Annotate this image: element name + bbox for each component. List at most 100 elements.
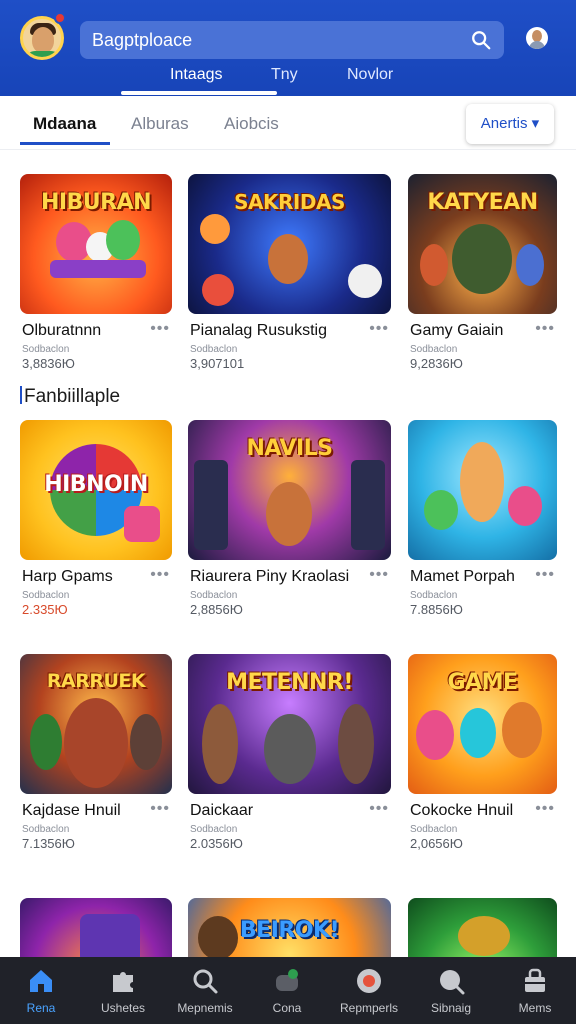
game-card[interactable]: HIBNOIN Harp Gpams ••• Sodbaclon 2.335Ю: [20, 420, 172, 617]
ball-shape: [200, 214, 230, 244]
game-count: 2,8856Ю: [190, 602, 243, 617]
game-thumbnail[interactable]: HIBNOIN: [20, 420, 172, 560]
search-icon: [193, 969, 218, 994]
character-shape: [460, 442, 504, 522]
character-shape: [458, 916, 510, 956]
home-icon: [30, 970, 52, 992]
game-subtitle: Sodbaclon: [190, 824, 238, 835]
game-count: 3,8836Ю: [22, 356, 75, 371]
game-thumbnail[interactable]: NAVILS: [188, 420, 391, 560]
nav-item-2[interactable]: Ushetes: [82, 957, 164, 1024]
app-screen: Bagptploace Intaags Tny Novlor Mdaana Al…: [0, 0, 576, 1024]
user-avatar[interactable]: [526, 27, 548, 49]
avatar-shirt: [25, 51, 61, 57]
game-thumbnail[interactable]: KATYEAN: [408, 174, 557, 314]
notification-badge: [54, 12, 66, 24]
character-shape: [338, 704, 374, 784]
game-thumbnail[interactable]: SAKRIDAS: [188, 174, 391, 314]
more-options-icon[interactable]: •••: [150, 800, 170, 818]
header-tab-1[interactable]: Intaags: [170, 66, 222, 84]
bottom-navigation: Rena Ushetes Mepnemis Cona Repmperls Sib…: [0, 957, 576, 1024]
game-count: 3,907101: [190, 356, 245, 371]
nav-item-5[interactable]: Repmperls: [328, 957, 410, 1024]
game-subtitle: Sodbaclon: [410, 824, 458, 835]
platform-shape: [50, 260, 146, 278]
game-logo-text: BEIROK!: [239, 918, 340, 943]
search-bar[interactable]: Bagptploace: [80, 21, 504, 59]
monster-shape: [452, 224, 512, 294]
sort-dropdown[interactable]: Anertis ▾: [466, 104, 554, 144]
game-thumbnail[interactable]: METENNR!: [188, 654, 391, 794]
more-options-icon[interactable]: •••: [150, 566, 170, 584]
game-title[interactable]: Pianalag Rusukstig: [190, 322, 366, 340]
game-title[interactable]: Olburatnnn: [22, 322, 146, 340]
game-card[interactable]: HIBURAN Olburatnnn ••• Sodbaclon 3,8836Ю: [20, 174, 172, 371]
search-icon[interactable]: [470, 29, 492, 51]
game-thumbnail[interactable]: HIBURAN: [20, 174, 172, 314]
game-thumbnail[interactable]: [408, 420, 557, 560]
header-tabs: Intaags Tny Novlor: [0, 64, 576, 96]
nav-item-home[interactable]: Rena: [0, 957, 82, 1024]
game-subtitle: Sodbaclon: [410, 344, 458, 355]
category-tab-2[interactable]: Alburas: [131, 114, 189, 134]
section-title: Fanbiillaple: [20, 386, 120, 408]
nav-label: Ushetes: [100, 1001, 146, 1015]
game-title[interactable]: Mamet Porpah: [410, 568, 534, 586]
game-logo-text: HIBURAN: [40, 190, 152, 215]
category-tab-3[interactable]: Aiobcis: [224, 114, 279, 134]
game-card[interactable]: NAVILS Riaurera Piny Kraolasi ••• Sodbac…: [188, 420, 391, 617]
game-subtitle: Sodbaclon: [190, 590, 238, 601]
game-count: 2.335Ю: [22, 602, 68, 617]
game-logo-text: HIBNOIN: [44, 472, 148, 497]
category-tabs: Mdaana Alburas Aiobcis Anertis ▾: [0, 96, 576, 150]
game-logo-text: GAME: [447, 670, 518, 695]
more-options-icon[interactable]: •••: [535, 566, 555, 584]
store-icon: [525, 968, 545, 992]
game-thumbnail[interactable]: GAME: [408, 654, 557, 794]
more-options-icon[interactable]: •••: [369, 320, 389, 338]
more-options-icon[interactable]: •••: [150, 320, 170, 338]
character-shape: [106, 220, 140, 260]
more-options-icon[interactable]: •••: [369, 566, 389, 584]
search-input[interactable]: Bagptploace: [92, 30, 192, 51]
game-title[interactable]: Harp Gpams: [22, 568, 146, 586]
header-tab-2[interactable]: Tny: [271, 66, 298, 84]
character-shape: [264, 714, 316, 784]
game-card[interactable]: SAKRIDAS Pianalag Rusukstig ••• Sodbaclo…: [188, 174, 391, 371]
nav-label: Mepnemis: [177, 1001, 233, 1015]
more-options-icon[interactable]: •••: [369, 800, 389, 818]
nav-item-6[interactable]: Sibnaig: [410, 957, 492, 1024]
header-tab-indicator: [121, 91, 277, 95]
more-options-icon[interactable]: •••: [535, 320, 555, 338]
game-card[interactable]: METENNR! Daickaar ••• Sodbaclon 2.0356Ю: [188, 654, 391, 851]
header-tab-3[interactable]: Novlor: [347, 66, 393, 84]
category-tab-1[interactable]: Mdaana: [33, 114, 96, 134]
game-thumbnail[interactable]: RARRUEK: [20, 654, 172, 794]
game-card[interactable]: KATYEAN Gamy Gaiain ••• Sodbaclon 9,2836…: [408, 174, 557, 371]
game-count: 7.8856Ю: [410, 602, 463, 617]
game-card[interactable]: GAME Cokocke Hnuil ••• Sodbaclon 2,0656Ю: [408, 654, 557, 851]
character-shape: [124, 506, 160, 542]
game-title[interactable]: Cokocke Hnuil: [410, 802, 534, 820]
game-logo-text: NAVILS: [246, 436, 333, 461]
nav-item-7[interactable]: Mems: [494, 957, 576, 1024]
game-title[interactable]: Riaurera Piny Kraolasi: [190, 568, 366, 586]
user-avatar-body: [529, 41, 545, 49]
character-shape: [30, 714, 62, 770]
game-card[interactable]: RARRUEK Kajdase Hnuil ••• Sodbaclon 7.13…: [20, 654, 172, 851]
nav-item-4[interactable]: Cona: [246, 957, 328, 1024]
game-subtitle: Sodbaclon: [22, 344, 70, 355]
more-options-icon[interactable]: •••: [535, 800, 555, 818]
arcade-cabinet-shape: [194, 460, 228, 550]
game-title[interactable]: Daickaar: [190, 802, 366, 820]
character-shape: [64, 698, 128, 788]
game-card[interactable]: Mamet Porpah ••• Sodbaclon 7.8856Ю: [408, 420, 557, 617]
game-title[interactable]: Gamy Gaiain: [410, 322, 534, 340]
character-shape: [460, 708, 496, 758]
ball-shape: [202, 274, 234, 306]
game-title[interactable]: Kajdase Hnuil: [22, 802, 146, 820]
avatar-face: [32, 27, 54, 53]
arcade-cabinet-shape: [351, 460, 385, 550]
nav-item-3[interactable]: Mepnemis: [164, 957, 246, 1024]
character-shape: [420, 244, 448, 286]
